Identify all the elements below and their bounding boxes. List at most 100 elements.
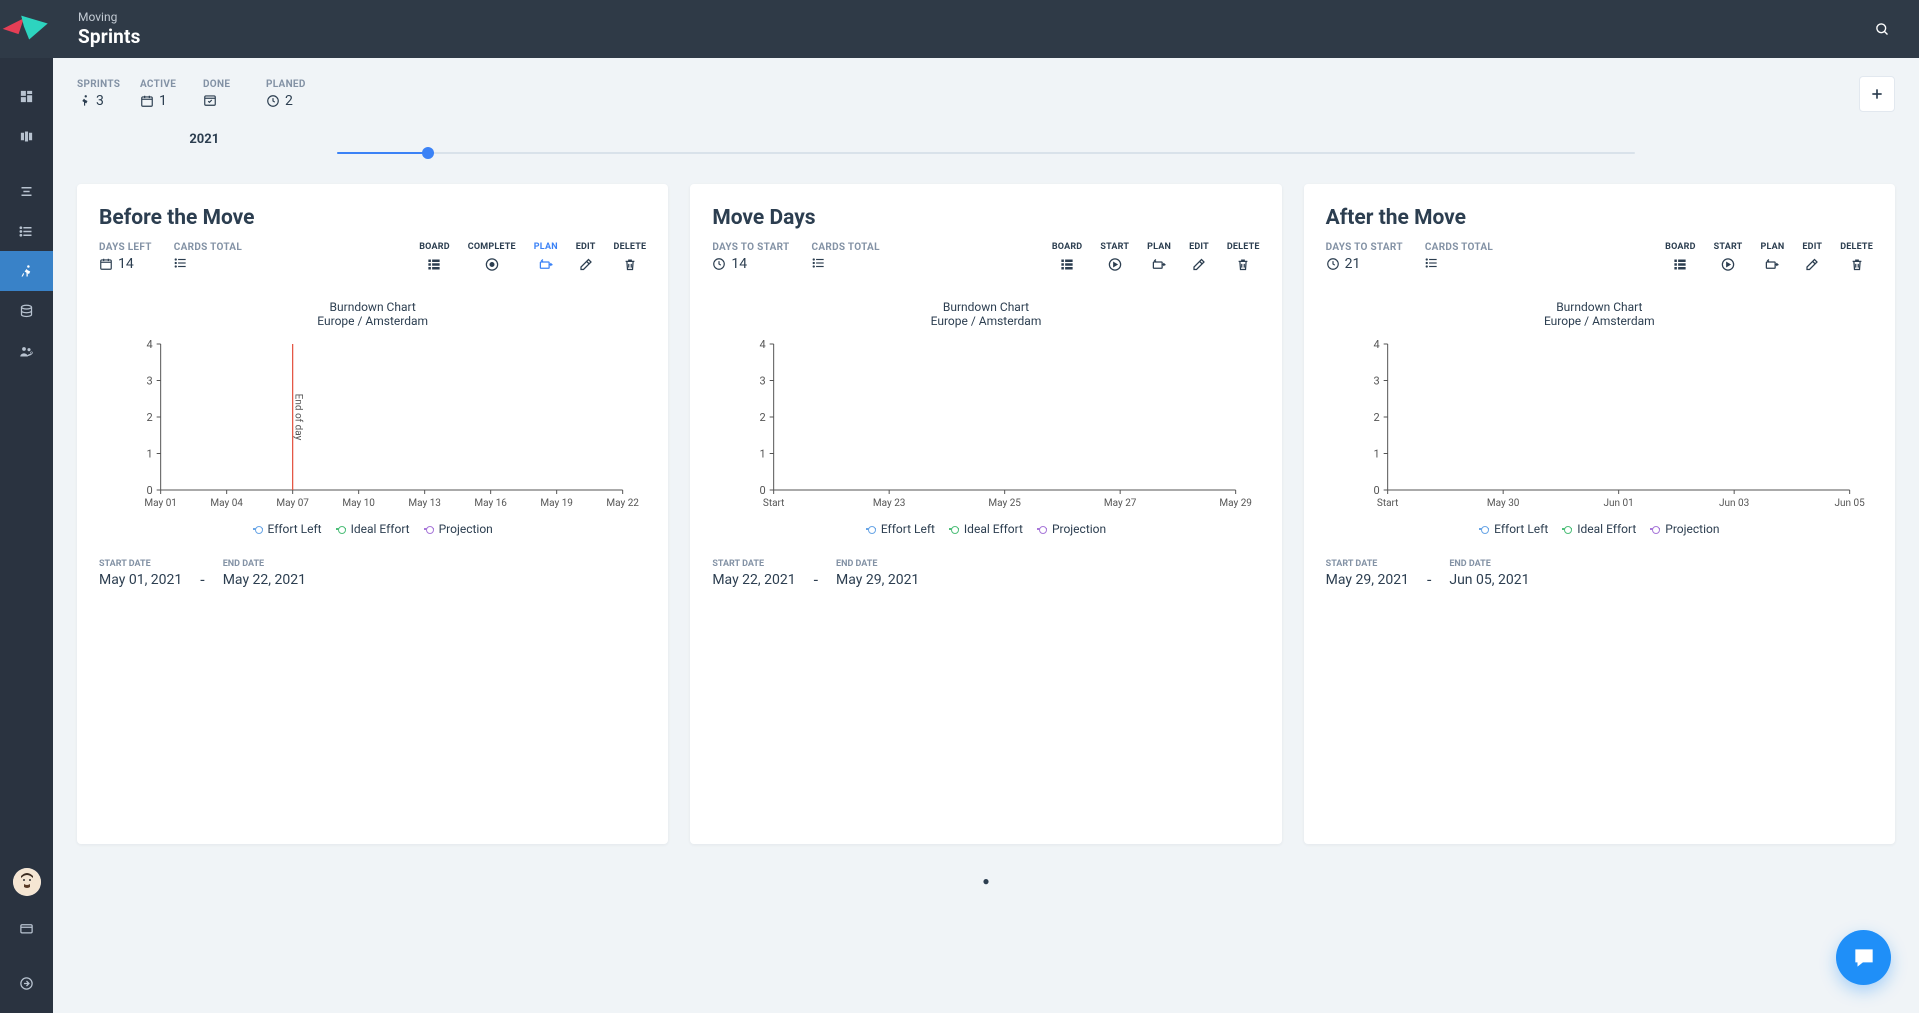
date-range: START DATE May 29, 2021 - END DATE Jun 0… <box>1326 558 1873 589</box>
sidebar-bottom <box>0 856 53 1013</box>
svg-text:1: 1 <box>1373 448 1379 461</box>
card-title: After the Move <box>1326 206 1873 230</box>
summary-row: SPRINTS 3 ACTIVE 1 DONE <box>77 76 1895 112</box>
svg-text:Start: Start <box>1377 498 1399 509</box>
svg-text:May 10: May 10 <box>342 498 375 509</box>
svg-text:May 25: May 25 <box>989 498 1022 509</box>
svg-text:Jun 05: Jun 05 <box>1834 498 1865 509</box>
breadcrumb-parent[interactable]: Moving <box>78 11 1865 23</box>
sidebar-item-dashboard[interactable] <box>0 76 53 116</box>
calendar-icon <box>140 94 154 108</box>
sidebar <box>0 58 53 1013</box>
svg-text:May 27: May 27 <box>1104 498 1137 509</box>
burndown-chart: Burndown Chart Europe / Amsterdam 01234S… <box>1326 300 1873 536</box>
card-action-plan[interactable]: PLAN <box>534 242 558 272</box>
stat-days: DAYS TO START 21 <box>1326 242 1403 272</box>
stat-sprints: SPRINTS 3 <box>77 79 122 109</box>
card-action-board[interactable]: BOARD <box>1665 242 1696 272</box>
date-range: START DATE May 22, 2021 - END DATE May 2… <box>712 558 1259 589</box>
card-action-edit[interactable]: EDIT <box>1802 242 1822 272</box>
card-action-board[interactable]: BOARD <box>1052 242 1083 272</box>
card-title: Move Days <box>712 206 1259 230</box>
list-icon <box>1425 256 1439 270</box>
sidebar-item-billing[interactable] <box>0 908 53 948</box>
svg-text:2: 2 <box>146 411 152 424</box>
svg-text:3: 3 <box>146 375 152 388</box>
svg-text:May 07: May 07 <box>276 498 309 509</box>
stat-days: DAYS LEFT 14 <box>99 242 152 272</box>
svg-text:Jun 01: Jun 01 <box>1603 498 1633 509</box>
card-actions: BOARD COMPLETE PLAN EDIT DELETE <box>419 242 646 272</box>
card-action-delete[interactable]: DELETE <box>1227 242 1260 272</box>
svg-text:1: 1 <box>146 448 152 461</box>
chart-legend: Effort Left Ideal Effort Projection <box>1326 522 1873 536</box>
card-action-delete[interactable]: DELETE <box>614 242 647 272</box>
card-action-plan[interactable]: PLAN <box>1760 242 1784 272</box>
add-sprint-button[interactable] <box>1859 76 1895 112</box>
chart-legend: Effort Left Ideal Effort Projection <box>99 522 646 536</box>
list-icon <box>174 256 188 270</box>
card-actions: BOARD START PLAN EDIT DELETE <box>1665 242 1873 272</box>
card-action-edit[interactable]: EDIT <box>1189 242 1209 272</box>
card-action-board[interactable]: BOARD <box>419 242 450 272</box>
card-action-plan[interactable]: PLAN <box>1147 242 1171 272</box>
burndown-chart: Burndown Chart Europe / Amsterdam 01234M… <box>99 300 646 536</box>
stat-days: DAYS TO START 14 <box>712 242 789 272</box>
card-actions: BOARD START PLAN EDIT DELETE <box>1052 242 1260 272</box>
sidebar-item-nav1[interactable] <box>0 171 53 211</box>
chart-legend: Effort Left Ideal Effort Projection <box>712 522 1259 536</box>
pagination-dots: ● <box>77 874 1895 888</box>
svg-text:Start: Start <box>763 498 785 509</box>
svg-text:May 29: May 29 <box>1220 498 1253 509</box>
page-title: Sprints <box>78 25 1865 48</box>
card-action-delete[interactable]: DELETE <box>1840 242 1873 272</box>
sidebar-item-boards[interactable] <box>0 116 53 156</box>
svg-text:May 23: May 23 <box>873 498 906 509</box>
sidebar-item-database[interactable] <box>0 291 53 331</box>
svg-text:Jun 03: Jun 03 <box>1719 498 1749 509</box>
svg-text:4: 4 <box>146 338 152 351</box>
sidebar-item-list[interactable] <box>0 211 53 251</box>
card-action-edit[interactable]: EDIT <box>576 242 596 272</box>
svg-text:2: 2 <box>760 411 766 424</box>
svg-text:2: 2 <box>1373 411 1379 424</box>
sprint-card: Before the Move DAYS LEFT 14 CARDS TOTAL… <box>77 184 668 844</box>
cards-row: Before the Move DAYS LEFT 14 CARDS TOTAL… <box>77 184 1895 844</box>
svg-text:May 04: May 04 <box>210 498 243 509</box>
svg-text:0: 0 <box>146 484 152 497</box>
svg-text:3: 3 <box>760 375 766 388</box>
timeline-year-label: 2021 <box>189 132 219 147</box>
chat-fab[interactable] <box>1836 930 1891 985</box>
logo[interactable] <box>0 5 53 53</box>
sidebar-item-logout[interactable] <box>0 963 53 1003</box>
stat-done: DONE <box>203 79 248 109</box>
topbar: Moving Sprints <box>0 0 1919 58</box>
list-icon <box>812 256 826 270</box>
card-action-complete[interactable]: COMPLETE <box>468 242 516 272</box>
svg-text:4: 4 <box>760 338 766 351</box>
breadcrumb: Moving Sprints <box>53 11 1865 48</box>
search-button[interactable] <box>1865 12 1899 46</box>
svg-text:0: 0 <box>760 484 766 497</box>
svg-text:1: 1 <box>760 448 766 461</box>
stat-cards-total: CARDS TOTAL <box>812 242 880 272</box>
card-action-start[interactable]: START <box>1100 242 1129 272</box>
sidebar-item-team[interactable] <box>0 331 53 371</box>
card-title: Before the Move <box>99 206 646 230</box>
svg-text:3: 3 <box>1373 375 1379 388</box>
date-range: START DATE May 01, 2021 - END DATE May 2… <box>99 558 646 589</box>
stat-active: ACTIVE 1 <box>140 79 185 109</box>
stat-cards-total: CARDS TOTAL <box>174 242 242 272</box>
avatar[interactable] <box>13 868 41 896</box>
card-action-start[interactable]: START <box>1714 242 1743 272</box>
stat-planned: PLANED 2 <box>266 79 311 109</box>
svg-text:End of day: End of day <box>293 394 305 441</box>
svg-text:4: 4 <box>1373 338 1379 351</box>
timeline[interactable]: 2021 <box>77 152 1895 154</box>
sprint-card: Move Days DAYS TO START 14 CARDS TOTAL B… <box>690 184 1281 844</box>
running-icon <box>77 94 91 108</box>
svg-text:0: 0 <box>1373 484 1379 497</box>
svg-text:May 22: May 22 <box>606 498 639 509</box>
sprint-card: After the Move DAYS TO START 21 CARDS TO… <box>1304 184 1895 844</box>
sidebar-item-sprints[interactable] <box>0 251 53 291</box>
